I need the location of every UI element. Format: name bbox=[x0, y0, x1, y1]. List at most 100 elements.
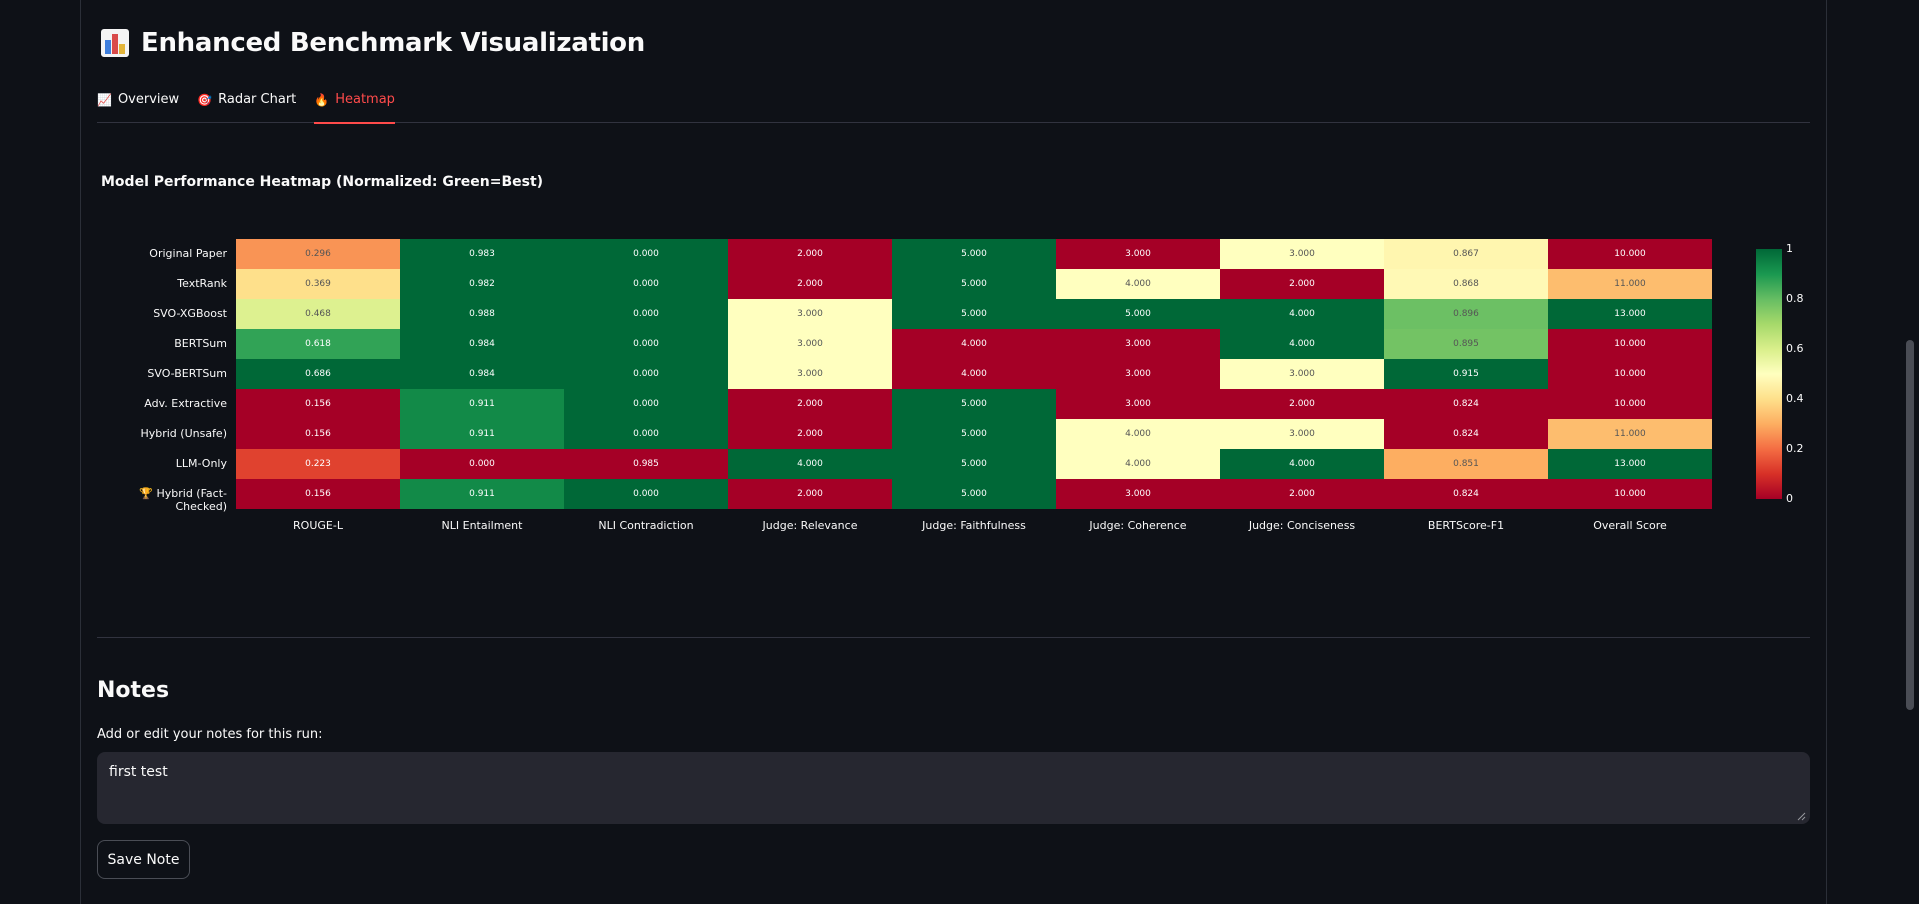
colorbar-tick-label: 1 bbox=[1786, 242, 1793, 255]
heatmap-cell[interactable]: 13.000 bbox=[1548, 299, 1712, 329]
heatmap-cell[interactable]: 0.000 bbox=[564, 359, 728, 389]
heatmap-cell[interactable]: 0.983 bbox=[400, 239, 564, 269]
heatmap-cell[interactable]: 10.000 bbox=[1548, 329, 1712, 359]
heatmap-cell[interactable]: 0.851 bbox=[1384, 449, 1548, 479]
heatmap-cell[interactable]: 0.982 bbox=[400, 269, 564, 299]
heatmap-cell[interactable]: 0.000 bbox=[564, 389, 728, 419]
heatmap-cell[interactable]: 0.156 bbox=[236, 479, 400, 509]
tab-heatmap[interactable]: 🔥 Heatmap bbox=[314, 88, 395, 124]
heatmap-cell[interactable]: 4.000 bbox=[728, 449, 892, 479]
heatmap-cell[interactable]: 0.000 bbox=[564, 269, 728, 299]
heatmap-cell[interactable]: 3.000 bbox=[728, 359, 892, 389]
heatmap-cell[interactable]: 2.000 bbox=[728, 479, 892, 509]
heatmap-cell[interactable]: 4.000 bbox=[1056, 269, 1220, 299]
heatmap-cell[interactable]: 0.156 bbox=[236, 389, 400, 419]
heatmap-row-label: LLM-Only bbox=[175, 457, 227, 470]
heatmap-cell[interactable]: 0.824 bbox=[1384, 419, 1548, 449]
heatmap-cell[interactable]: 2.000 bbox=[1220, 269, 1384, 299]
tab-label: Heatmap bbox=[335, 92, 395, 107]
heatmap-cell[interactable]: 0.156 bbox=[236, 419, 400, 449]
heatmap-cell[interactable]: 10.000 bbox=[1548, 389, 1712, 419]
heatmap-cell[interactable]: 3.000 bbox=[1056, 479, 1220, 509]
heatmap-cell[interactable]: 10.000 bbox=[1548, 359, 1712, 389]
heatmap-cell[interactable]: 3.000 bbox=[1220, 419, 1384, 449]
heatmap-cell[interactable]: 0.296 bbox=[236, 239, 400, 269]
target-icon: 🎯 bbox=[197, 93, 213, 107]
heatmap-cell[interactable]: 3.000 bbox=[1056, 239, 1220, 269]
heatmap-cell[interactable]: 0.000 bbox=[564, 419, 728, 449]
heatmap-cell[interactable]: 5.000 bbox=[892, 419, 1056, 449]
heatmap-cell[interactable]: 4.000 bbox=[892, 359, 1056, 389]
heatmap-cell[interactable]: 0.915 bbox=[1384, 359, 1548, 389]
heatmap-cell[interactable]: 5.000 bbox=[892, 449, 1056, 479]
page-scrollbar[interactable] bbox=[1906, 340, 1914, 710]
heatmap-cell[interactable]: 0.000 bbox=[564, 329, 728, 359]
tab-overview[interactable]: 📈 Overview bbox=[97, 88, 179, 123]
heatmap-cell[interactable]: 0.911 bbox=[400, 389, 564, 419]
heatmap-cell[interactable]: 0.984 bbox=[400, 329, 564, 359]
heatmap-cell[interactable]: 4.000 bbox=[1056, 449, 1220, 479]
heatmap-cell[interactable]: 3.000 bbox=[1220, 239, 1384, 269]
heatmap-cell[interactable]: 4.000 bbox=[892, 329, 1056, 359]
heatmap-row-label: Original Paper bbox=[149, 247, 227, 260]
heatmap-cell[interactable]: 4.000 bbox=[1220, 299, 1384, 329]
tab-radar-chart[interactable]: 🎯 Radar Chart bbox=[197, 88, 296, 123]
heatmap-cell[interactable]: 5.000 bbox=[892, 389, 1056, 419]
heatmap-cell[interactable]: 2.000 bbox=[728, 419, 892, 449]
heatmap-cell[interactable]: 2.000 bbox=[728, 269, 892, 299]
heatmap-cell[interactable]: 2.000 bbox=[728, 239, 892, 269]
heatmap-cell[interactable]: 0.911 bbox=[400, 479, 564, 509]
heatmap-cell[interactable]: 5.000 bbox=[892, 479, 1056, 509]
heatmap-cell[interactable]: 5.000 bbox=[892, 299, 1056, 329]
notes-label: Add or edit your notes for this run: bbox=[97, 727, 323, 742]
heatmap-cell[interactable]: 0.895 bbox=[1384, 329, 1548, 359]
heatmap-cell[interactable]: 3.000 bbox=[1056, 329, 1220, 359]
tab-label: Radar Chart bbox=[218, 92, 297, 107]
heatmap-cell[interactable]: 4.000 bbox=[1220, 329, 1384, 359]
heatmap-cell[interactable]: 2.000 bbox=[1220, 479, 1384, 509]
heatmap-cell[interactable]: 13.000 bbox=[1548, 449, 1712, 479]
heatmap-cell[interactable]: 5.000 bbox=[892, 269, 1056, 299]
heatmap-cell[interactable]: 0.000 bbox=[564, 239, 728, 269]
heatmap-cell[interactable]: 0.369 bbox=[236, 269, 400, 299]
heatmap-cell[interactable]: 0.824 bbox=[1384, 389, 1548, 419]
heatmap-row-label: TextRank bbox=[177, 277, 227, 290]
heatmap-cell[interactable]: 0.824 bbox=[1384, 479, 1548, 509]
heatmap-cell[interactable]: 3.000 bbox=[1056, 389, 1220, 419]
heatmap-cell[interactable]: 0.988 bbox=[400, 299, 564, 329]
heatmap-cell[interactable]: 3.000 bbox=[1056, 359, 1220, 389]
heatmap-cell[interactable]: 0.985 bbox=[564, 449, 728, 479]
heatmap-cell[interactable]: 3.000 bbox=[1220, 359, 1384, 389]
heatmap-cell[interactable]: 0.686 bbox=[236, 359, 400, 389]
colorbar-tick-label: 0.8 bbox=[1786, 292, 1804, 305]
colorbar-tick-label: 0.6 bbox=[1786, 342, 1804, 355]
heatmap-cell[interactable]: 0.867 bbox=[1384, 239, 1548, 269]
heatmap-cell[interactable]: 5.000 bbox=[892, 239, 1056, 269]
heatmap-cell[interactable]: 0.618 bbox=[236, 329, 400, 359]
heatmap-cell[interactable]: 0.223 bbox=[236, 449, 400, 479]
heatmap-cell[interactable]: 0.000 bbox=[564, 299, 728, 329]
heatmap-column-label: Judge: Relevance bbox=[762, 519, 858, 532]
heatmap-column-label: Judge: Conciseness bbox=[1248, 519, 1356, 532]
heatmap-cell[interactable]: 10.000 bbox=[1548, 479, 1712, 509]
save-note-button[interactable]: Save Note bbox=[97, 840, 190, 879]
resize-grip-icon[interactable] bbox=[1797, 812, 1806, 821]
heatmap-cell[interactable]: 4.000 bbox=[1220, 449, 1384, 479]
heatmap-cell[interactable]: 5.000 bbox=[1056, 299, 1220, 329]
heatmap-cell[interactable]: 0.468 bbox=[236, 299, 400, 329]
heatmap-cell[interactable]: 11.000 bbox=[1548, 269, 1712, 299]
heatmap-cell[interactable]: 2.000 bbox=[728, 389, 892, 419]
heatmap-cell[interactable]: 4.000 bbox=[1056, 419, 1220, 449]
heatmap-cell[interactable]: 3.000 bbox=[728, 299, 892, 329]
heatmap-cell[interactable]: 2.000 bbox=[1220, 389, 1384, 419]
notes-textarea[interactable]: first test bbox=[97, 752, 1810, 824]
heatmap-cell[interactable]: 0.984 bbox=[400, 359, 564, 389]
heatmap-cell[interactable]: 11.000 bbox=[1548, 419, 1712, 449]
heatmap-cell[interactable]: 0.868 bbox=[1384, 269, 1548, 299]
heatmap-cell[interactable]: 0.000 bbox=[400, 449, 564, 479]
heatmap-cell[interactable]: 0.896 bbox=[1384, 299, 1548, 329]
heatmap-cell[interactable]: 10.000 bbox=[1548, 239, 1712, 269]
heatmap-cell[interactable]: 3.000 bbox=[728, 329, 892, 359]
heatmap-cell[interactable]: 0.000 bbox=[564, 479, 728, 509]
heatmap-cell[interactable]: 0.911 bbox=[400, 419, 564, 449]
